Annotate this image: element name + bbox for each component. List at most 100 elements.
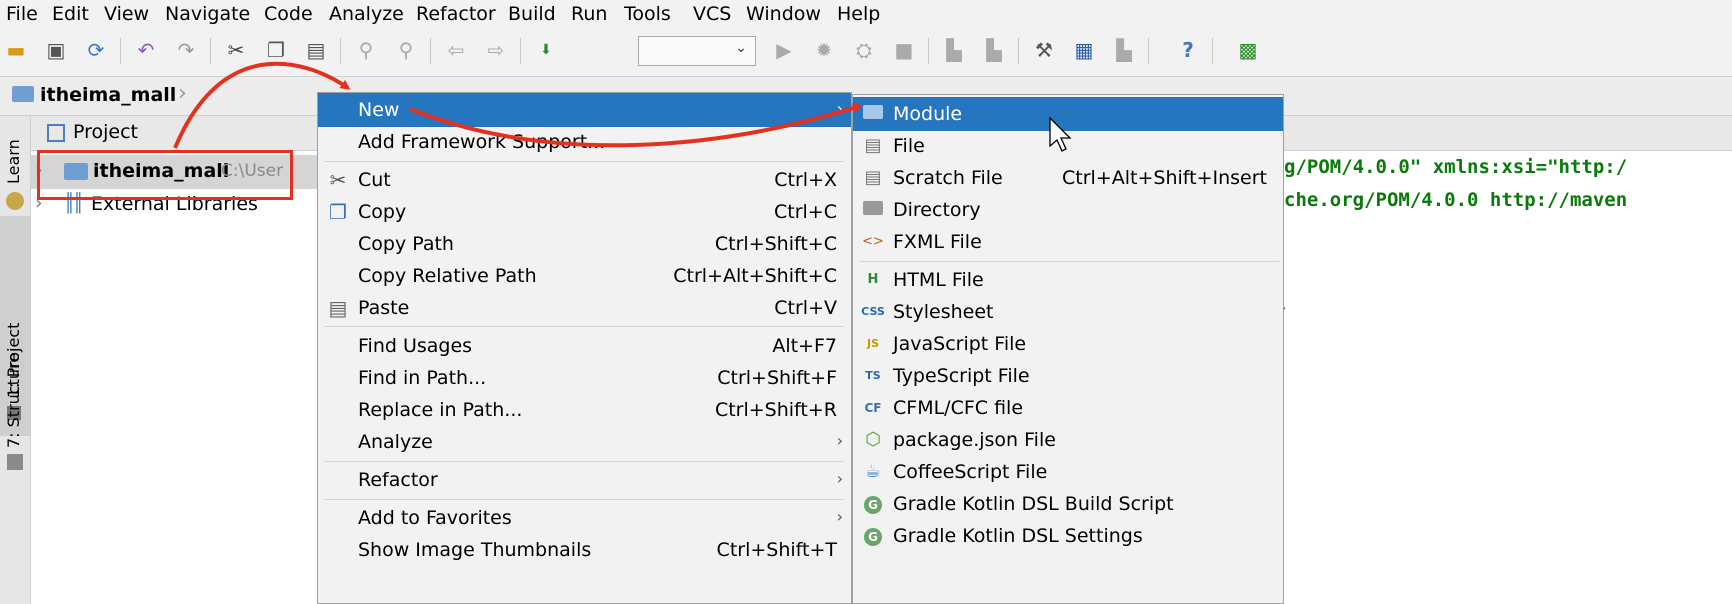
- menu-item-copy-relative-path[interactable]: Copy Relative Path Ctrl+Alt+Shift+C: [318, 259, 851, 293]
- menu-bar: File Edit View Navigate Code Analyze Ref…: [0, 0, 1732, 27]
- chevron-down-icon: ⌄: [735, 40, 747, 56]
- save-icon[interactable]: ▣: [44, 38, 68, 62]
- run-configuration-select[interactable]: ⌄: [638, 36, 756, 66]
- submenu-item-module[interactable]: Module: [853, 97, 1283, 131]
- menu-window[interactable]: Window: [746, 1, 821, 27]
- vcs-update-icon[interactable]: ▙: [982, 38, 1006, 62]
- menu-item-replace-in-path[interactable]: Replace in Path... Ctrl+Shift+R: [318, 393, 851, 427]
- back-icon[interactable]: ⇦: [444, 38, 468, 62]
- menu-item-find-in-path[interactable]: Find in Path... Ctrl+Shift+F: [318, 361, 851, 395]
- submenu-item-cfml-cfc-file[interactable]: CF CFML/CFC file: [853, 391, 1283, 425]
- submenu-item-package-json-file[interactable]: ⬡ package.json File: [853, 423, 1283, 457]
- toolbar: ▬ ▣ ⟳ ↶ ↷ ✂ ❐ ▤ ⚲ ⚲ ⇦ ⇨ ⬇ ⌄ ▶ ✹ ⛭ ■ ▙ ▙ …: [0, 28, 1732, 77]
- menu-refactor[interactable]: Refactor: [416, 1, 496, 27]
- menu-item-find-usages[interactable]: Find Usages Alt+F7: [318, 329, 851, 363]
- html-file-icon: H: [867, 272, 879, 287]
- menu-build[interactable]: Build: [508, 1, 556, 27]
- menu-item-add-framework-support[interactable]: Add Framework Support...: [318, 125, 851, 159]
- learn-tab[interactable]: Learn: [2, 120, 28, 220]
- project-pane-title[interactable]: Project: [73, 121, 138, 143]
- editor-line-2: che.org/POM/4.0.0 http://maven: [1284, 189, 1628, 211]
- run-icon[interactable]: ▶: [772, 38, 796, 62]
- submenu-item-scratch-file[interactable]: ▤ Scratch File Ctrl+Alt+Shift+Insert: [853, 161, 1283, 195]
- editor-line-1: g/POM/4.0.0" xmlns:xsi="http:/: [1284, 156, 1628, 178]
- menu-item-show-image-thumbnails[interactable]: Show Image Thumbnails Ctrl+Shift+T: [318, 533, 851, 567]
- redo-icon[interactable]: ↷: [174, 38, 198, 62]
- learn-icon: [6, 192, 24, 210]
- open-folder-icon[interactable]: ▬: [4, 38, 28, 62]
- menu-vcs[interactable]: VCS: [693, 1, 731, 27]
- menu-item-copy-path[interactable]: Copy Path Ctrl+Shift+C: [318, 227, 851, 261]
- menu-navigate[interactable]: Navigate: [165, 1, 250, 27]
- find-icon[interactable]: ⚲: [354, 38, 378, 62]
- menu-view[interactable]: View: [104, 1, 149, 27]
- file-icon: ▤: [864, 135, 882, 156]
- submenu-item-javascript-file[interactable]: JS JavaScript File: [853, 327, 1283, 361]
- menu-item-analyze[interactable]: Analyze ›: [318, 425, 851, 459]
- cf-file-icon: CF: [864, 401, 882, 415]
- breadcrumb-separator: ›: [178, 81, 187, 106]
- submenu-item-stylesheet[interactable]: CSS Stylesheet: [853, 295, 1283, 329]
- folder-icon: [861, 198, 885, 222]
- submenu-item-html-file[interactable]: H HTML File: [853, 263, 1283, 297]
- stop-icon[interactable]: ■: [892, 38, 916, 62]
- module-icon: [861, 102, 885, 126]
- menu-tools[interactable]: Tools: [624, 1, 671, 27]
- undo-icon[interactable]: ↶: [134, 38, 158, 62]
- submenu-item-directory[interactable]: Directory: [853, 193, 1283, 227]
- submenu-arrow-icon: ›: [836, 99, 843, 118]
- submenu-item-coffeescript-file[interactable]: ☕ CoffeeScript File: [853, 455, 1283, 489]
- sync-icon[interactable]: ⟳: [84, 38, 108, 62]
- vcs-icon[interactable]: ▙: [942, 38, 966, 62]
- cut-icon[interactable]: ✂: [224, 38, 248, 62]
- submenu-item-gradle-kotlin-settings[interactable]: G Gradle Kotlin DSL Settings: [853, 519, 1283, 553]
- coffeescript-icon: ☕: [864, 461, 882, 482]
- js-file-icon: JS: [866, 337, 879, 350]
- debug-icon[interactable]: ✹: [812, 38, 836, 62]
- submenu-arrow-icon: ›: [836, 431, 843, 450]
- menu-help[interactable]: Help: [837, 1, 880, 27]
- scratch-file-icon: ▤: [864, 167, 882, 188]
- menu-analyze[interactable]: Analyze: [329, 1, 404, 27]
- gradle-icon: G: [861, 524, 885, 548]
- forward-icon[interactable]: ⇨: [484, 38, 508, 62]
- menu-item-new[interactable]: New ›: [318, 93, 851, 127]
- module-folder-icon: [12, 86, 34, 102]
- menu-code[interactable]: Code: [264, 1, 313, 27]
- menu-item-paste[interactable]: ▤ Paste Ctrl+V: [318, 291, 851, 325]
- build-project-icon[interactable]: ⬇: [534, 38, 558, 62]
- paste-icon[interactable]: ▤: [304, 38, 328, 62]
- project-view-icon: [47, 124, 65, 142]
- menu-file[interactable]: File: [6, 1, 38, 27]
- plugin-icon[interactable]: ▩: [1236, 38, 1260, 62]
- help-icon[interactable]: ?: [1176, 38, 1200, 62]
- structure-icon: [7, 454, 23, 470]
- new-submenu: Module ▤ File ▤ Scratch File Ctrl+Alt+Sh…: [852, 94, 1284, 604]
- replace-icon[interactable]: ⚲: [394, 38, 418, 62]
- menu-edit[interactable]: Edit: [52, 1, 89, 27]
- learn-tab-label: Learn: [4, 139, 23, 184]
- menu-item-copy[interactable]: ❐ Copy Ctrl+C: [318, 195, 851, 229]
- submenu-item-fxml-file[interactable]: <> FXML File: [853, 225, 1283, 259]
- coverage-icon[interactable]: ⛭: [852, 38, 876, 62]
- fxml-file-icon: <>: [862, 234, 884, 249]
- copy-icon[interactable]: ❐: [264, 38, 288, 62]
- submenu-item-gradle-kotlin-build-script[interactable]: G Gradle Kotlin DSL Build Script: [853, 487, 1283, 521]
- breadcrumb-project[interactable]: itheima_mall: [40, 84, 176, 106]
- settings-icon[interactable]: ⚒: [1032, 38, 1056, 62]
- annotation-highlight-box: [37, 150, 293, 200]
- scissors-icon: ✂: [329, 168, 347, 192]
- submenu-item-file[interactable]: ▤ File: [853, 129, 1283, 163]
- sdk-icon[interactable]: ▙: [1112, 38, 1136, 62]
- gradle-icon: G: [861, 492, 885, 516]
- menu-item-refactor[interactable]: Refactor ›: [318, 463, 851, 497]
- css-file-icon: CSS: [861, 305, 885, 318]
- project-structure-icon[interactable]: ▦: [1072, 38, 1096, 62]
- menu-item-add-to-favorites[interactable]: Add to Favorites ›: [318, 501, 851, 535]
- paste-icon: ▤: [328, 296, 348, 320]
- menu-run[interactable]: Run: [571, 1, 607, 27]
- structure-tab-label: 7: Structure: [4, 352, 23, 448]
- structure-tab[interactable]: 7: Structure: [2, 348, 28, 478]
- menu-item-cut[interactable]: ✂ Cut Ctrl+X: [318, 163, 851, 197]
- submenu-item-typescript-file[interactable]: TS TypeScript File: [853, 359, 1283, 393]
